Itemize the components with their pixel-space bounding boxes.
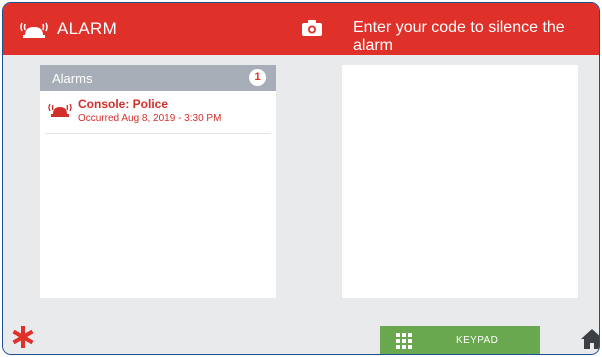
- alarm-siren-icon: [48, 103, 72, 117]
- camera-icon[interactable]: [302, 20, 322, 36]
- alarm-header: ALARM Enter your code to silence the ala…: [3, 3, 599, 55]
- alarm-name: Console: Police: [78, 97, 169, 111]
- detail-panel: [342, 65, 578, 298]
- alarm-list-item[interactable]: Console: Police Occurred Aug 8, 2019 - 3…: [45, 91, 271, 134]
- keypad-button[interactable]: KEYPAD: [380, 326, 540, 354]
- alarms-panel: Alarms 1 Console: Police Occurred Aug 8,…: [40, 65, 276, 298]
- alarm-time: Occurred Aug 8, 2019 - 3:30 PM: [78, 113, 222, 124]
- footer-bar: KEYPAD: [3, 318, 600, 354]
- alarms-panel-title: Alarms: [52, 71, 93, 86]
- alarm-siren-icon: [20, 22, 48, 38]
- alarm-count-badge: 1: [249, 69, 266, 86]
- keypad-label: KEYPAD: [456, 335, 499, 346]
- silence-prompt: Enter your code to silence the alarm: [353, 19, 565, 54]
- page-title: ALARM: [57, 19, 118, 38]
- home-icon[interactable]: [581, 328, 600, 350]
- asterisk-icon[interactable]: [10, 324, 36, 350]
- alarms-panel-header: Alarms 1: [40, 65, 276, 91]
- app-frame: ALARM Enter your code to silence the ala…: [2, 2, 600, 355]
- keypad-grid-icon: [396, 333, 412, 349]
